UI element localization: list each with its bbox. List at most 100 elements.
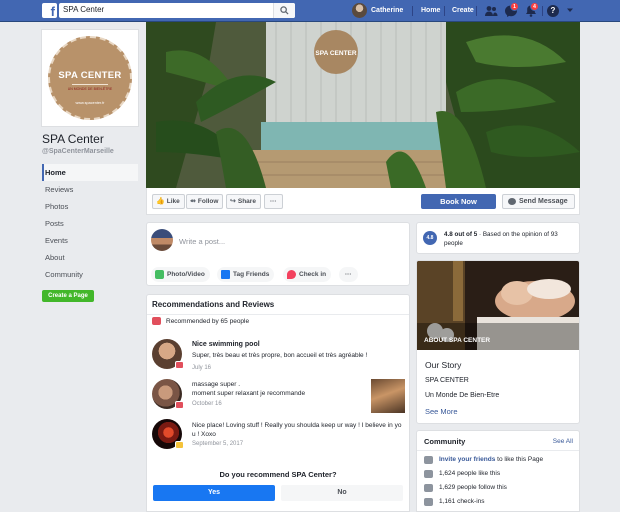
recommend-summary[interactable]: Recommended by 65 people [166, 318, 249, 325]
review-text: Super, très beau et très propre, bon acc… [192, 352, 368, 359]
check-in-button[interactable]: Check in [283, 267, 332, 282]
share-button[interactable]: ↪ Share [226, 194, 261, 209]
review-date[interactable]: September 5, 2017 [192, 441, 243, 447]
see-all-link[interactable]: See All [553, 438, 573, 445]
follow-label: Follow [197, 198, 219, 205]
facebook-logo-icon[interactable]: f [42, 3, 57, 18]
community-row: 1,624 people like this [417, 468, 579, 482]
divider [147, 314, 409, 315]
search-value[interactable]: SPA Center [63, 5, 104, 14]
photo-video-label: Photo/Video [167, 271, 205, 278]
notifications-badge: 4 [530, 2, 539, 11]
rating-card: 4.8 4.8 out of 5 · Based on the opinion … [416, 222, 580, 254]
review-text-line-1: massage super . [192, 381, 241, 388]
nav-item-posts[interactable]: Posts [42, 215, 138, 232]
logo-divider [72, 84, 108, 85]
top-navigation-bar: f SPA Center Catherine Home Create 1 4 ? [0, 0, 620, 22]
cover-image: SPA CENTER [146, 22, 580, 188]
about-image[interactable]: ABOUT SPA CENTER [417, 261, 579, 350]
community-row: Invite your friends to like this Page [417, 454, 579, 468]
community-title[interactable]: Community [424, 437, 465, 446]
check-in-icon [424, 498, 433, 506]
messages-badge: 1 [510, 2, 519, 11]
home-link[interactable]: Home [421, 7, 440, 14]
page-navigation: Home Reviews Photos Posts Events About C… [42, 164, 138, 283]
photo-video-button[interactable]: Photo/Video [151, 267, 210, 282]
follows-count: 1,629 people follow this [439, 484, 507, 491]
about-image-label: ABOUT SPA CENTER [424, 337, 491, 344]
rating-score: 4.8 out of 5 [444, 231, 478, 238]
follow-icon [424, 484, 433, 492]
more-composer-options-button[interactable]: ··· [339, 267, 358, 282]
post-input[interactable]: Write a post... [179, 237, 225, 246]
rating-text[interactable]: 4.8 out of 5 · Based on the opinion of 9… [444, 230, 578, 248]
logo-url: www.spacenter.fr [75, 101, 105, 105]
share-icon: ↪ [230, 198, 236, 205]
recommend-question: Do you recommend SPA Center? [219, 470, 337, 479]
nav-item-community[interactable]: Community [42, 266, 138, 283]
follow-button[interactable]: ⇴ Follow [186, 194, 224, 209]
review-text-line-1: Nice place! Loving stuff ! Really you sh… [192, 422, 402, 429]
book-now-button[interactable]: Book Now [421, 194, 496, 209]
location-pin-icon [287, 270, 296, 279]
star-badge-icon [175, 441, 184, 449]
user-name-link[interactable]: Catherine [371, 7, 403, 14]
recommendations-card: Recommendations and Reviews Recommended … [146, 294, 410, 512]
story-line: SPA CENTER [425, 377, 469, 384]
divider [542, 6, 543, 16]
our-story-title[interactable]: Our Story [425, 360, 461, 370]
search-button[interactable] [273, 3, 295, 18]
page-action-bar: 👍 Like ⇴ Follow ↪ Share ··· Book Now Send M… [146, 188, 580, 215]
like-button[interactable]: 👍 Like [152, 194, 185, 209]
create-link[interactable]: Create [452, 7, 474, 14]
friend-requests-icon[interactable] [484, 4, 498, 18]
invite-friends-link[interactable]: Invite your friends [439, 456, 495, 463]
see-more-link[interactable]: See More [425, 407, 458, 416]
cover-photo[interactable]: SPA CENTER [146, 22, 580, 188]
page-handle[interactable]: @SpaCenterMarseille [42, 148, 114, 155]
logo-subtitle: UN MONDE DE BIEN-ÊTRE [67, 87, 113, 91]
review-date[interactable]: July 16 [192, 365, 211, 371]
cover-sign-text: SPA CENTER [315, 50, 356, 57]
tag-friends-button[interactable]: Tag Friends [217, 267, 275, 282]
help-icon[interactable]: ? [547, 5, 559, 17]
check-in-label: Check in [299, 271, 327, 278]
likes-count: 1,624 people like this [439, 470, 501, 477]
user-avatar[interactable] [352, 3, 367, 18]
page-title[interactable]: SPA Center [42, 132, 104, 146]
search-icon [280, 6, 289, 15]
section-title[interactable]: Recommendations and Reviews [152, 300, 274, 309]
recommend-badge-icon [175, 401, 184, 409]
share-label: Share [237, 198, 256, 205]
review-text-line-2: u ! Xoxo [192, 431, 216, 438]
composer-actions: Photo/Video Tag Friends Check in ··· [151, 265, 407, 283]
rating-badge: 4.8 [423, 231, 437, 245]
no-button[interactable]: No [281, 485, 403, 501]
review-date[interactable]: October 16 [192, 401, 222, 407]
yes-button[interactable]: Yes [153, 485, 275, 501]
send-message-button[interactable]: Send Message [502, 194, 575, 209]
spa-center-logo: SPA CENTER UN MONDE DE BIEN-ÊTRE www.spa… [48, 36, 132, 120]
divider [417, 450, 579, 451]
create-page-button[interactable]: Create a Page [42, 290, 94, 302]
send-message-label: Send Message [519, 198, 568, 205]
nav-item-about[interactable]: About [42, 249, 138, 266]
divider [444, 6, 445, 16]
nav-item-reviews[interactable]: Reviews [42, 181, 138, 198]
messenger-icon [508, 198, 516, 205]
nav-item-events[interactable]: Events [42, 232, 138, 249]
checkins-count: 1,161 check-ins [439, 498, 485, 505]
more-options-button[interactable]: ··· [264, 194, 283, 209]
logo-title: SPA CENTER [58, 70, 122, 81]
profile-picture[interactable]: SPA CENTER UN MONDE DE BIEN-ÊTRE www.spa… [42, 30, 138, 126]
about-card: ABOUT SPA CENTER Our Story SPA CENTER Un… [416, 260, 580, 424]
post-composer: Write a post... Photo/Video Tag Friends … [146, 222, 410, 286]
nav-item-photos[interactable]: Photos [42, 198, 138, 215]
community-row: 1,629 people follow this [417, 482, 579, 496]
review-photo[interactable] [371, 379, 405, 413]
search-input[interactable]: SPA Center [59, 3, 295, 18]
chevron-down-icon[interactable] [566, 6, 574, 14]
divider [476, 6, 477, 16]
follow-icon: ⇴ [190, 198, 196, 205]
nav-item-home[interactable]: Home [42, 164, 138, 181]
